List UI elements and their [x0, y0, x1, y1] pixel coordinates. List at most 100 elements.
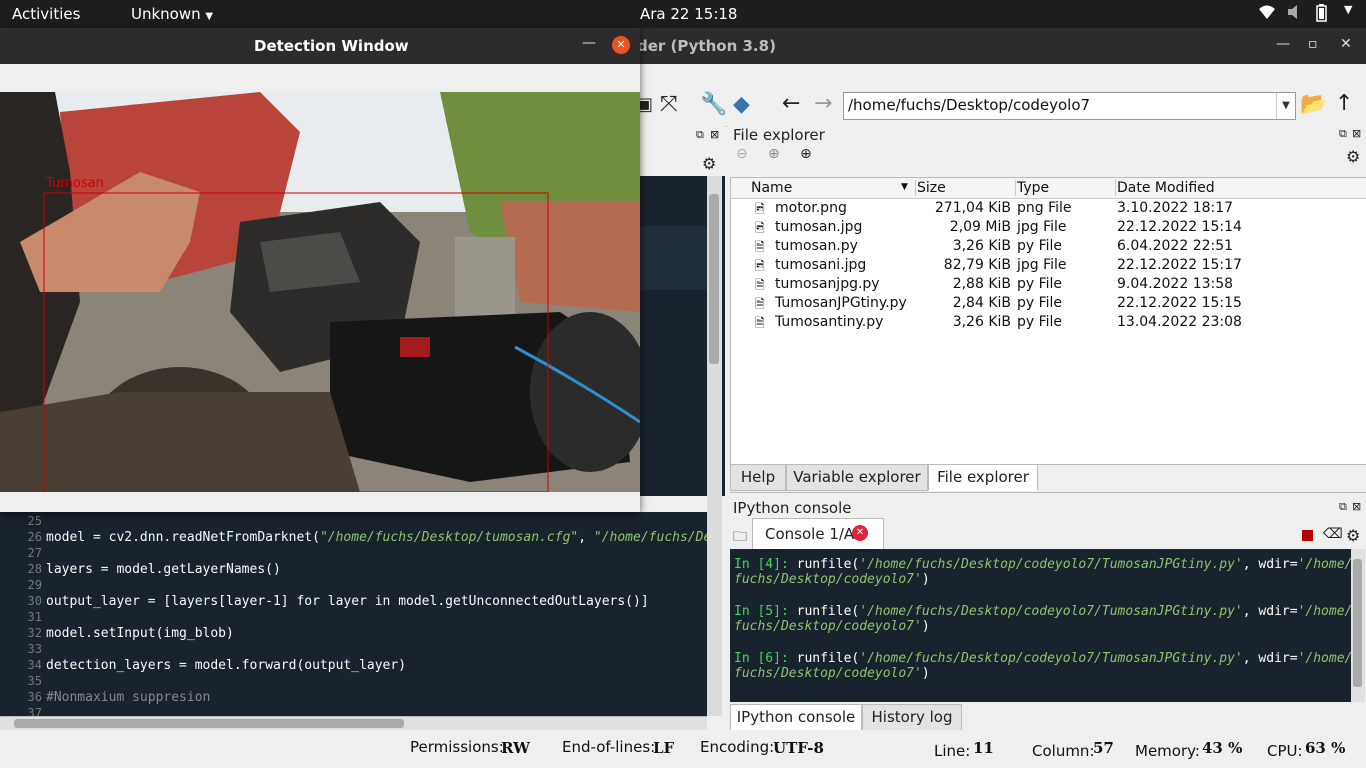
file-row[interactable]: 🗎 tumosan.py 3,26 KiB py File 6.04.2022 22:5… — [731, 238, 1366, 257]
code-line: output_layer = [layers[layer-1] for laye… — [46, 594, 649, 609]
file-size: 2,88 KiB — [952, 276, 1011, 292]
file-row[interactable]: 🖻 tumosani.jpg 82,79 KiB jpg File 22.12.2022… — [731, 257, 1366, 276]
line-number: 32 — [27, 626, 42, 640]
close-icon[interactable]: ✕ — [1340, 36, 1352, 52]
minimize-icon[interactable]: — — [1276, 36, 1290, 52]
file-row[interactable]: 🗎 TumosanJPGtiny.py 2,84 KiB py File 22.12.2… — [731, 295, 1366, 314]
cpu-label: CPU: — [1267, 742, 1303, 760]
column-label: Column: — [1032, 742, 1095, 760]
undock-icon[interactable]: ⧉ — [1339, 500, 1347, 514]
detection-label: Tumosan — [45, 176, 104, 191]
console-cmd: runfile( — [788, 557, 860, 572]
gear-icon[interactable]: ⚙ — [1346, 147, 1360, 166]
console-scrollbar[interactable] — [1351, 549, 1365, 702]
file-row[interactable]: 🖻 tumosan.jpg 2,09 MiB jpg File 22.12.2022 1… — [731, 219, 1366, 238]
code-text: , — [578, 530, 594, 545]
volume-icon[interactable] — [1286, 4, 1304, 24]
parent-dir-icon[interactable]: ↑ — [1335, 91, 1353, 116]
column-name[interactable]: Name — [751, 180, 792, 196]
code-editor[interactable]: 25 26 model = cv2.dnn.readNetFromDarknet("… — [0, 512, 707, 716]
up-icon[interactable]: ⊕ — [800, 146, 812, 162]
wifi-icon[interactable] — [1258, 4, 1276, 24]
file-type: py File — [1017, 314, 1063, 330]
file-icon: 🗎 — [755, 240, 765, 254]
code-string: "/home/fuchs/Deskt — [593, 530, 707, 545]
app-menu[interactable]: Unknown ▼ — [131, 5, 213, 23]
code-line: layers = model.getLayerNames() — [46, 562, 281, 577]
file-row[interactable]: 🗎 tumosanjpg.py 2,88 KiB py File 9.04.2022 1… — [731, 276, 1366, 295]
close-pane-icon[interactable]: ⊠ — [710, 128, 719, 141]
working-directory-combo[interactable]: /home/fuchs/Desktop/codeyolo7 ▼ — [843, 92, 1296, 120]
tab-ipython-console[interactable]: IPython console — [730, 704, 862, 731]
code-line: #Nonmaxium suppresion — [46, 690, 211, 705]
line-value: 11 — [973, 739, 994, 757]
sort-icon[interactable]: ▼ — [901, 182, 908, 192]
back-icon[interactable]: ⊖ — [736, 146, 748, 162]
upper-tabbar: Help Variable explorer File explorer — [730, 464, 1366, 493]
activities-button[interactable]: Activities — [12, 5, 80, 23]
forward-icon[interactable]: ⊕ — [768, 146, 780, 162]
undock-icon[interactable]: ⧉ — [1339, 127, 1347, 141]
console-arg: '/home/fuchs/Desktop/codeyolo7/TumosanJP… — [859, 557, 1243, 572]
file-name: tumosani.jpg — [775, 257, 867, 273]
chevron-down-icon[interactable]: ▼ — [1276, 93, 1295, 119]
console-end: ) — [921, 666, 930, 681]
scrollbar-thumb[interactable] — [1353, 559, 1362, 687]
close-pane-icon[interactable]: ⊠ — [1352, 500, 1361, 513]
memory-label: Memory: — [1135, 742, 1200, 760]
console-input-line: In [4]: runfile('/home/fuchs/Desktop/cod… — [734, 557, 1352, 572]
tab-variable-explorer[interactable]: Variable explorer — [786, 464, 928, 491]
undock-icon[interactable]: ⧉ — [696, 128, 704, 142]
tab-file-explorer[interactable]: File explorer — [928, 464, 1038, 491]
line-number: 30 — [27, 594, 42, 608]
file-date: 9.04.2022 13:58 — [1117, 276, 1234, 292]
file-size: 82,79 KiB — [943, 257, 1011, 273]
column-date[interactable]: Date Modified — [1115, 180, 1215, 196]
gear-icon[interactable]: ⚙ — [702, 154, 716, 173]
maximize-icon[interactable]: ▫ — [1308, 36, 1318, 52]
folder-icon[interactable]: 🗀 — [733, 526, 747, 550]
console-mid: , wdir= — [1242, 651, 1298, 666]
minimize-icon[interactable]: — — [582, 35, 596, 51]
file-date: 22.12.2022 15:14 — [1117, 219, 1242, 235]
clock[interactable]: Ara 22 15:18 — [640, 5, 737, 23]
close-icon[interactable]: ✕ — [612, 36, 630, 54]
eraser-icon[interactable]: ⌫ — [1323, 526, 1343, 542]
battery-icon[interactable] — [1316, 4, 1328, 26]
back-arrow-icon[interactable]: ← — [782, 91, 800, 116]
file-name: Tumosantiny.py — [775, 314, 884, 330]
file-name: tumosan.py — [775, 238, 858, 254]
file-type: png File — [1017, 200, 1072, 216]
column-size[interactable]: Size — [915, 180, 946, 196]
file-icon: 🗎 — [755, 316, 765, 330]
system-menu-chevron-icon[interactable]: ▼ — [1344, 3, 1352, 16]
file-size: 2,84 KiB — [952, 295, 1011, 311]
scrollbar-thumb[interactable] — [709, 194, 719, 364]
python-icon[interactable]: ◆ — [733, 92, 750, 117]
forward-arrow-icon[interactable]: → — [814, 91, 832, 116]
file-row[interactable]: 🗎 Tumosantiny.py 3,26 KiB py File 13.04.2022… — [731, 314, 1366, 333]
maximize-pane-icon[interactable]: ⤧ — [660, 92, 678, 117]
column-type[interactable]: Type — [1015, 180, 1049, 196]
file-type: py File — [1017, 238, 1063, 254]
editor-vertical-scrollbar[interactable] — [707, 176, 722, 716]
file-size: 271,04 KiB — [934, 200, 1011, 216]
memory-value: 43 % — [1202, 739, 1243, 757]
tab-help[interactable]: Help — [730, 464, 786, 491]
file-type: jpg File — [1017, 257, 1067, 273]
gear-icon[interactable]: ⚙ — [1346, 526, 1360, 545]
console-wd2: fuchs/Desktop/codeyolo7' — [734, 619, 922, 634]
scrollbar-thumb[interactable] — [14, 719, 404, 728]
editor-horizontal-scrollbar[interactable] — [0, 716, 707, 731]
file-row[interactable]: 🖻 motor.png 271,04 KiB png File 3.10.2022 18… — [731, 200, 1366, 219]
console-output[interactable]: In [4]: runfile('/home/fuchs/Desktop/cod… — [730, 549, 1352, 702]
close-tab-icon[interactable]: ✕ — [852, 525, 868, 541]
wrench-icon[interactable]: 🔧 — [700, 92, 727, 117]
open-folder-icon[interactable]: 📂 — [1300, 92, 1327, 117]
close-pane-icon[interactable]: ⊠ — [1352, 127, 1361, 140]
file-table-header: Name ▼ Size Type Date Modified — [731, 178, 1366, 199]
tab-history-log[interactable]: History log — [862, 704, 962, 731]
console-tab[interactable]: Console 1/A ✕ — [752, 518, 884, 549]
stop-icon[interactable] — [1302, 530, 1313, 541]
console-mid: , wdir= — [1242, 557, 1298, 572]
